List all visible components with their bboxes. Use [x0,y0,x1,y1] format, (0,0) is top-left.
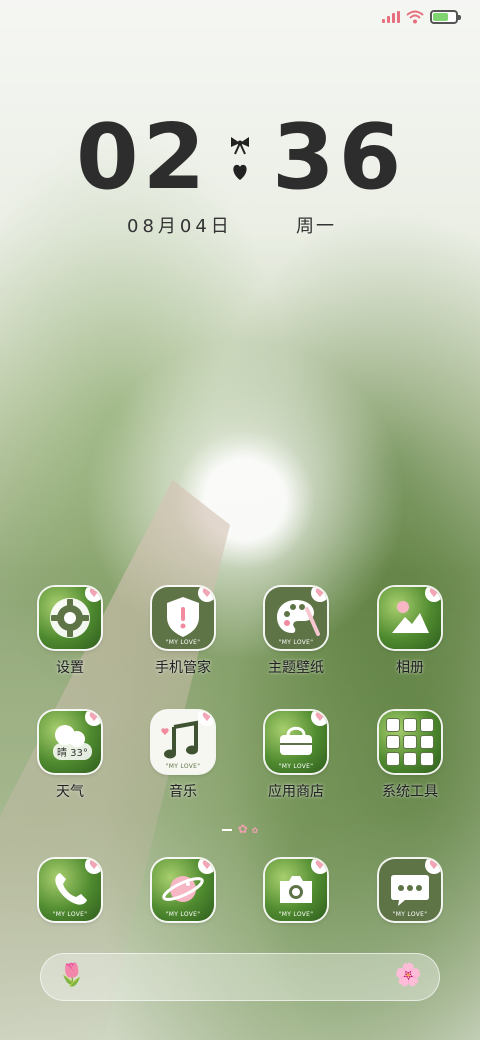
dock-messages[interactable]: ♥ "MY LOVE" [365,859,455,921]
app-gallery[interactable]: ♥ 相册 [365,587,455,677]
app-weather[interactable]: 晴 33° ♥ 天气 [25,711,115,801]
mylove-text: "MY LOVE" [165,639,201,646]
clock-separator [231,137,249,180]
dock-camera[interactable]: ♥ "MY LOVE" [251,859,341,921]
heart-badge-icon: ♥ [425,859,441,874]
app-label: 系统工具 [382,784,438,800]
status-bar [382,10,461,24]
page-dot-inactive [221,828,232,831]
app-phone-manager[interactable]: ♥ "MY LOVE" 手机管家 [138,587,228,677]
app-store[interactable]: ♥ "MY LOVE" 应用商店 [251,711,341,801]
clock-hours: 02 [76,105,210,210]
app-label: 天气 [56,784,84,800]
heart-badge-icon: ♥ [85,859,101,874]
dock-phone[interactable]: ♥ "MY LOVE" [25,859,115,921]
mylove-text: "MY LOVE" [392,911,428,918]
heart-badge-icon: ♥ [85,711,101,726]
app-label: 手机管家 [155,660,211,676]
heart-badge-icon: ♥ [198,859,214,874]
mylove-text: "MY LOVE" [278,911,314,918]
app-themes[interactable]: ♥ "MY LOVE" 主题壁纸 [251,587,341,677]
heart-badge-icon: ♥ [425,587,441,602]
tulip-icon: 🌷 [58,963,86,988]
battery-charging-icon [430,10,461,24]
heart-badge-icon: ♥ [311,859,327,874]
wifi-icon [406,10,424,24]
signal-bars-icon [382,11,400,23]
page-dot-small: ✿ [251,826,259,835]
mylove-text: "MY LOVE" [278,763,314,770]
heart-badge-icon: ♥ [311,711,327,726]
folder-icon [379,711,441,773]
app-label: 应用商店 [268,784,324,800]
pink-flower-icon: 🌸 [394,963,422,988]
app-label: 音乐 [169,784,197,800]
date-label: 08月04日 [127,216,233,237]
app-label: 设置 [56,660,84,676]
clock-minutes: 36 [272,105,406,210]
heart-badge-icon: ♥ [85,587,101,602]
heart-badge-icon: ♥ [311,587,327,602]
mylove-text: "MY LOVE" [165,763,201,770]
search-bar[interactable]: 🌷 🌸 [40,953,440,1001]
dock-browser[interactable]: ♥ "MY LOVE" [138,859,228,921]
app-music[interactable]: ♥ "MY LOVE" 音乐 [138,711,228,801]
clock-widget[interactable]: 02 36 [0,108,480,208]
page-indicator[interactable]: ✿ ✿ [0,822,480,836]
heart-badge-icon: ♥ [198,587,214,602]
weekday-label: 周一 [296,216,336,237]
mylove-text: "MY LOVE" [52,911,88,918]
date-row[interactable]: 08月04日 周一 [0,212,480,238]
app-label: 相册 [396,660,424,676]
app-system-tools-folder[interactable]: 系统工具 [365,711,455,801]
bow-icon [231,137,249,155]
heart-badge-icon: ♥ [198,711,214,726]
flower-page-dot-icon: ✿ [237,822,248,836]
heart-icon [233,164,247,180]
mylove-text: "MY LOVE" [278,639,314,646]
weather-text: 晴 33° [53,743,92,760]
mylove-text: "MY LOVE" [165,911,201,918]
app-label: 主题壁纸 [268,660,324,676]
app-settings[interactable]: ♥ 设置 [25,587,115,677]
